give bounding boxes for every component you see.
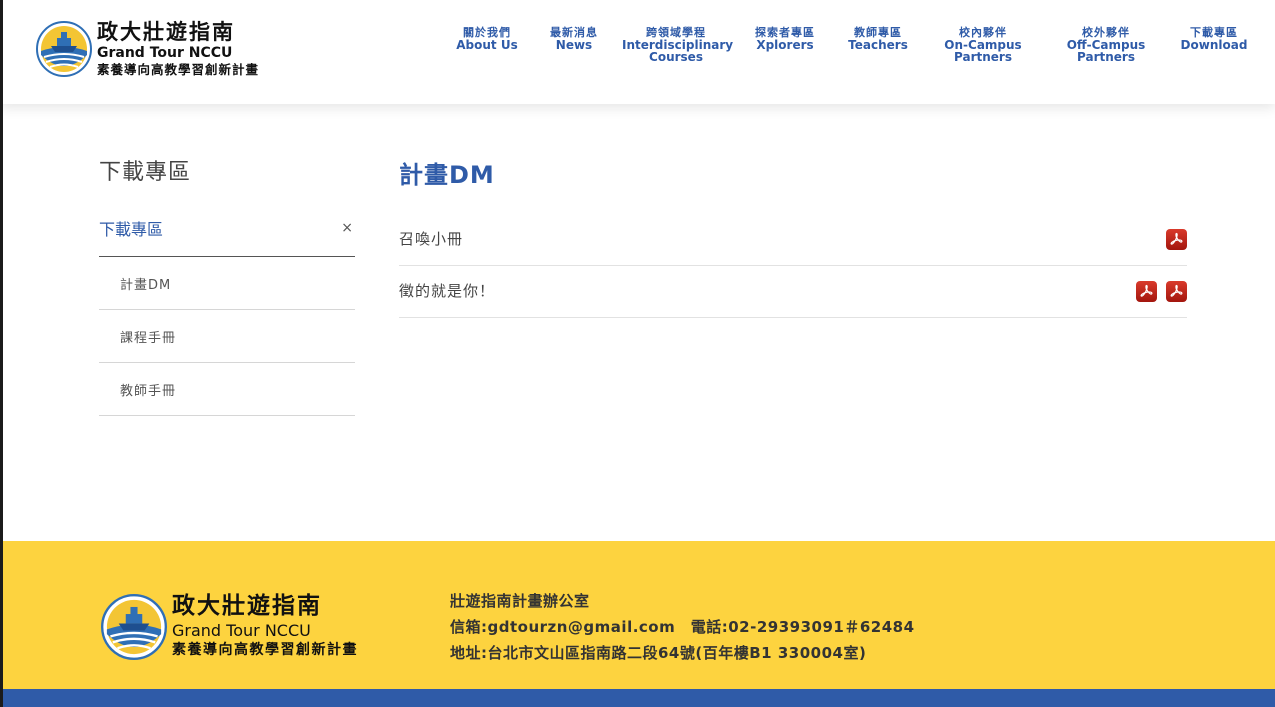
footer-address: 地址:台北市文山區指南路二段64號(百年樓B1 330004室) [450, 644, 867, 662]
footer-contact-info: 壯遊指南計畫辦公室 信箱:gdtourzn@gmail.com 電話:02-29… [450, 588, 915, 666]
pdf-icon[interactable] [1166, 281, 1187, 302]
close-icon[interactable]: × [341, 220, 353, 236]
sidebar-group-label: 下載專區 [99, 220, 164, 239]
nav-about[interactable]: 關於我們 About Us [456, 27, 518, 52]
document-name: 召喚小冊 [399, 230, 464, 248]
page-title: 計畫DM [399, 161, 495, 189]
list-item: 徵的就是你！ [399, 266, 1187, 318]
site-subtitle: 素養導向高教學習創新計畫 [97, 62, 260, 77]
sidebar-menu: 下載專區 × 計畫DM 課程手冊 教師手冊 [99, 204, 355, 416]
site-name-en: Grand Tour NCCU [97, 45, 233, 61]
sidebar-item-label: 教師手冊 [120, 383, 177, 399]
sidebar-item-dm[interactable]: 計畫DM [99, 257, 355, 310]
site-footer: 政大壯遊指南 Grand Tour NCCU 素養導向高教學習創新計畫 壯遊指南… [3, 541, 1275, 689]
document-list: 召喚小冊 徵的就是你！ [399, 214, 1187, 318]
footer-office: 壯遊指南計畫辦公室 [450, 592, 590, 610]
nav-courses[interactable]: 跨領域學程 Interdisciplinary Courses [622, 27, 733, 64]
sidebar-item-course-handbook[interactable]: 課程手冊 [99, 310, 355, 363]
pdf-icon[interactable] [1136, 281, 1157, 302]
footer-site-name-zh: 政大壯遊指南 [172, 593, 322, 619]
footer-contact: 信箱:gdtourzn@gmail.com 電話:02-29393091＃624… [450, 618, 915, 636]
sidebar-item-label: 課程手冊 [120, 330, 177, 346]
site-logo[interactable]: 政大壯遊指南 Grand Tour NCCU 素養導向高教學習創新計畫 [36, 20, 259, 78]
footer-site-name-en: Grand Tour NCCU [172, 621, 311, 640]
site-name-zh: 政大壯遊指南 [97, 20, 235, 44]
ship-logo-icon [101, 593, 167, 660]
nav-on-campus-partners[interactable]: 校內夥伴 On-Campus Partners [943, 27, 1023, 64]
footer-logo[interactable]: 政大壯遊指南 Grand Tour NCCU 素養導向高教學習創新計畫 [101, 593, 358, 660]
footer-bottom-bar [3, 689, 1275, 707]
sidebar-item-teacher-handbook[interactable]: 教師手冊 [99, 363, 355, 416]
site-header: 政大壯遊指南 Grand Tour NCCU 素養導向高教學習創新計畫 關於我們… [0, 0, 1275, 104]
sidebar-group-download[interactable]: 下載專區 × [99, 204, 355, 257]
window-edge [0, 0, 3, 707]
pdf-icon[interactable] [1166, 229, 1187, 250]
sidebar-item-label: 計畫DM [120, 277, 172, 293]
nav-news[interactable]: 最新消息 News [546, 27, 602, 52]
nav-off-campus-partners[interactable]: 校外夥伴 Off-Campus Partners [1064, 27, 1148, 64]
nav-xplorers[interactable]: 探索者專區 Xplorers [752, 27, 818, 52]
ship-logo-icon [36, 21, 92, 77]
nav-teachers[interactable]: 教師專區 Teachers [847, 27, 909, 52]
nav-download[interactable]: 下載專區 Download [1180, 27, 1248, 52]
footer-site-subtitle: 素養導向高教學習創新計畫 [172, 642, 358, 658]
sidebar-title: 下載專區 [99, 160, 192, 185]
list-item: 召喚小冊 [399, 214, 1187, 266]
document-name: 徵的就是你！ [399, 282, 496, 300]
